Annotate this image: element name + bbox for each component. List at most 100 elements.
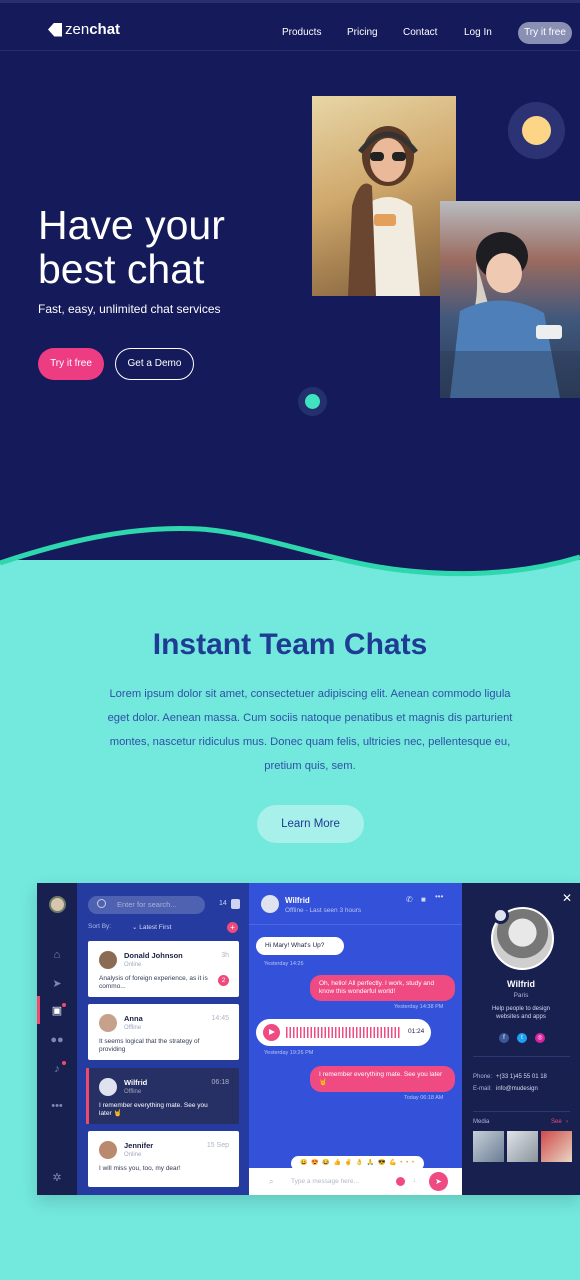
search-input[interactable]: Enter for search... xyxy=(88,896,205,914)
contact-name: Anna xyxy=(124,1014,143,1023)
get-demo-button[interactable]: Get a Demo xyxy=(115,348,194,380)
send-icon[interactable]: ➤ xyxy=(49,976,65,992)
conversation-item[interactable]: Anna Offline 14:45 It seems logical that… xyxy=(88,1004,239,1060)
unread-badge: 2 xyxy=(218,975,229,986)
contact-status: Online xyxy=(124,962,142,968)
filter-icon[interactable] xyxy=(231,899,240,909)
play-icon[interactable] xyxy=(263,1024,280,1041)
top-navbar: zen chat Products Pricing Contact Log In … xyxy=(0,3,580,51)
message-time: 3h xyxy=(221,952,229,959)
message-composer: ⌕ Type a message here... ♩ ➤ xyxy=(249,1168,462,1195)
phone-icon[interactable]: ✆ xyxy=(406,895,413,904)
zenchat-logo[interactable]: zen chat xyxy=(48,21,120,38)
hero-title-line-1: Have your xyxy=(38,202,225,248)
message-preview: I remember everything mate. See you late… xyxy=(99,1102,208,1117)
profile-bio: Help people to design websites and apps xyxy=(491,1006,551,1020)
close-icon[interactable]: ✕ xyxy=(562,891,572,905)
user-avatar[interactable] xyxy=(49,896,66,913)
microphone-icon[interactable]: ♩ xyxy=(413,1177,420,1184)
try-free-button[interactable]: Try it free xyxy=(38,348,104,380)
conversation-item[interactable]: Jennifer Online 15 Sep I will miss you, … xyxy=(88,1131,239,1187)
contact-status: Offline xyxy=(124,1089,142,1095)
incoming-message: Hi Mary! What's Up? xyxy=(256,937,344,955)
nav-link-contact[interactable]: Contact xyxy=(403,27,437,38)
logo-text-light: zen xyxy=(65,21,90,38)
media-thumbnail[interactable] xyxy=(473,1131,504,1162)
message-input[interactable]: Type a message here... xyxy=(291,1178,359,1185)
nav-try-free-button[interactable]: Try it free xyxy=(518,22,572,44)
contact-name: Wilfrid xyxy=(124,1078,148,1087)
message-timestamp: Today 06:18 AM xyxy=(404,1095,444,1101)
message-timestamp: Yesterday 19:26 PM xyxy=(264,1050,314,1056)
conversation-item-active[interactable]: Wilfrid Offline 06:18 I remember everyth… xyxy=(86,1068,239,1124)
sun-dot xyxy=(522,116,551,145)
emoji-icon[interactable] xyxy=(396,1177,405,1186)
chat-app-preview: ⌂ ➤ ▣ ●● ♪ ••• ✲ Enter for search... 14 … xyxy=(37,883,580,1195)
section-title: Instant Team Chats xyxy=(152,628,428,661)
voice-message[interactable]: 01:24 xyxy=(256,1019,431,1046)
video-icon[interactable]: ■ xyxy=(421,895,426,904)
new-chat-button[interactable]: + xyxy=(227,922,238,933)
hero-subtitle: Fast, easy, unlimited chat services xyxy=(38,302,221,316)
learn-more-button[interactable]: Learn More xyxy=(257,805,364,843)
media-label: Media xyxy=(473,1119,490,1125)
contact-status: Offline xyxy=(124,1025,142,1031)
outgoing-message: Oh, hello! All perfectly. I work, study … xyxy=(310,975,455,1001)
email-value: info@mudesign xyxy=(496,1086,538,1092)
photo-illustration-2 xyxy=(440,232,580,398)
media-thumbnail[interactable] xyxy=(541,1131,572,1162)
avatar xyxy=(99,1014,117,1032)
nav-link-login[interactable]: Log In xyxy=(464,27,492,38)
sort-dropdown[interactable]: ⌄ Latest First xyxy=(132,923,171,931)
send-button[interactable]: ➤ xyxy=(429,1172,448,1191)
wave-separator xyxy=(0,515,580,577)
more-options-icon[interactable]: ••• xyxy=(435,892,443,901)
contact-name: Donald Johnson xyxy=(124,951,183,960)
decor-teal-dot xyxy=(298,387,327,416)
divider xyxy=(473,1111,570,1112)
hero-photo-woman-beanie xyxy=(440,201,580,398)
voice-duration: 01:24 xyxy=(408,1028,425,1035)
profile-name: Wilfrid xyxy=(507,979,535,989)
attach-icon[interactable]: ⌕ xyxy=(269,1177,273,1187)
chat-window: Wilfrid Offline - Last seen 3 hours ✆ ■ … xyxy=(249,883,462,1195)
home-icon[interactable]: ⌂ xyxy=(49,947,65,963)
icon-rail: ⌂ ➤ ▣ ●● ♪ ••• ✲ xyxy=(37,883,77,1195)
search-placeholder: Enter for search... xyxy=(117,900,177,909)
users-icon[interactable]: ●● xyxy=(49,1032,65,1048)
inbox-notification-dot xyxy=(62,1003,66,1007)
audio-waveform xyxy=(286,1027,401,1038)
facebook-icon[interactable]: f xyxy=(499,1033,509,1043)
contact-name: Jennifer xyxy=(124,1141,154,1150)
hero-photo-woman-headphones xyxy=(312,96,456,296)
more-icon[interactable]: ••• xyxy=(49,1098,65,1114)
message-preview: I will miss you, too, my dear! xyxy=(99,1165,181,1172)
hero-title: Have your best chat xyxy=(38,203,225,291)
decor-sun-circle xyxy=(508,102,565,159)
rail-active-indicator xyxy=(37,996,40,1024)
email-label: E-mail: xyxy=(473,1086,492,1092)
nav-link-pricing[interactable]: Pricing xyxy=(347,27,378,38)
conversation-count: 14 xyxy=(219,900,227,907)
teal-dot xyxy=(305,394,320,409)
outgoing-message: I remember everything mate. See you late… xyxy=(310,1066,455,1092)
chat-contact-name: Wilfrid xyxy=(285,896,310,905)
message-timestamp: Yesterday 14:26 xyxy=(264,961,304,967)
phone-label: Phone: xyxy=(473,1074,493,1080)
message-time: 06:18 xyxy=(211,1079,229,1086)
conversation-item[interactable]: Donald Johnson Online 3h Analysis of for… xyxy=(88,941,239,997)
avatar xyxy=(99,1141,117,1159)
see-media-link[interactable]: See xyxy=(551,1119,562,1125)
nav-link-products[interactable]: Products xyxy=(282,27,321,38)
media-thumbnail[interactable] xyxy=(507,1131,538,1162)
message-preview: It seems logical that the strategy of pr… xyxy=(99,1038,200,1053)
chevron-right-icon[interactable]: › xyxy=(566,1119,568,1125)
twitter-icon[interactable]: t xyxy=(517,1033,527,1043)
message-time: 15 Sep xyxy=(206,1142,229,1149)
divider xyxy=(473,1056,570,1057)
instagram-icon[interactable]: ◎ xyxy=(535,1033,545,1043)
chat-avatar xyxy=(261,895,279,913)
settings-gear-icon[interactable]: ✲ xyxy=(49,1170,65,1186)
status-indicator xyxy=(492,907,509,924)
logo-text-bold: chat xyxy=(89,21,121,38)
